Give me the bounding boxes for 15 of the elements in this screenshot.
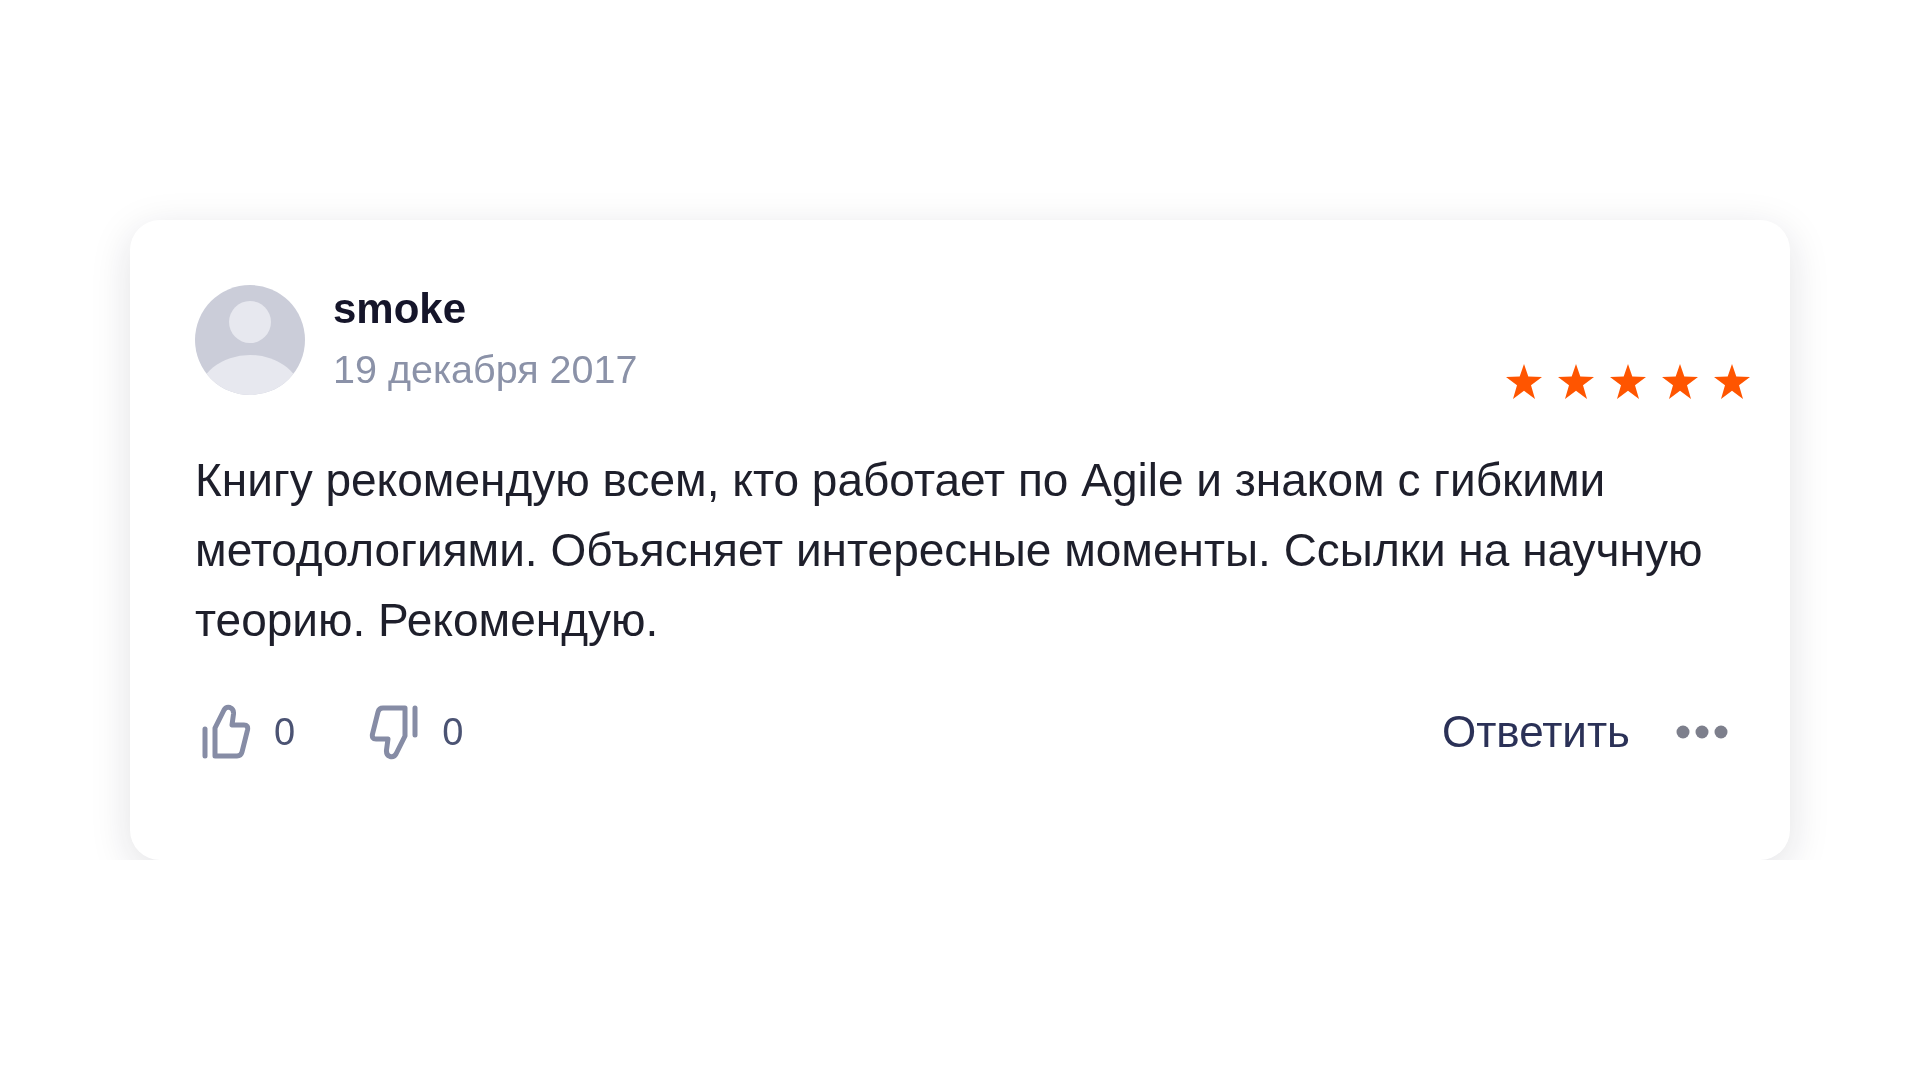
star-icon [1662,364,1698,399]
star-icon [1558,364,1594,399]
like-button[interactable]: 0 [201,704,296,760]
more-icon [1676,725,1728,739]
reply-button[interactable]: Ответить [1441,705,1630,759]
author-name: smoke [333,286,468,333]
review-date: 19 декабря 2017 [333,346,638,394]
review-text: Книгу рекомендую всем, кто работает по Agile и знаком с гибкими методологиями. Объясняет интересные моменты. Ссылки на научную теорию. Рекомендую. [195,453,1704,648]
dislike-button[interactable]: 0 [369,704,464,760]
star-icon [1714,364,1750,399]
more-button[interactable] [1676,725,1728,739]
thumbs-down-icon [369,704,420,760]
thumbs-up-icon [201,704,251,760]
star-icon [1610,364,1646,399]
star-icon [1506,364,1542,399]
